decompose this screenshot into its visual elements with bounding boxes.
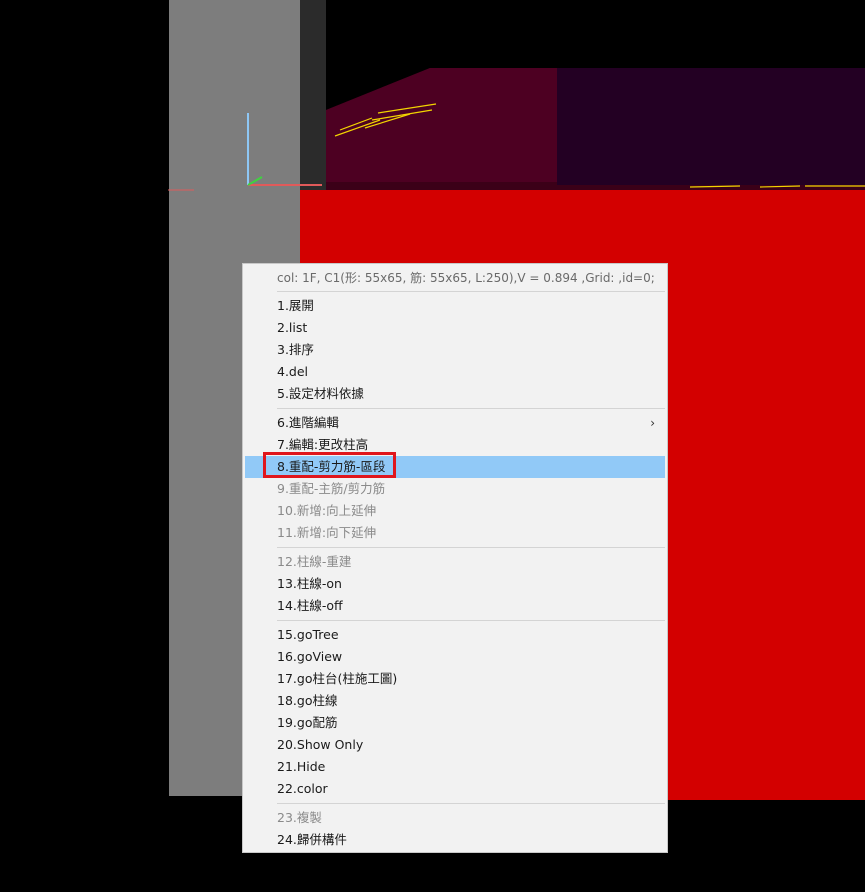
menu-item-label: 22.color: [277, 781, 328, 796]
menu-separator: [277, 291, 665, 292]
menu-item-label: 11.新增:向下延伸: [277, 525, 377, 540]
menu-item-label: 5.設定材料依據: [277, 386, 364, 401]
menu-item-add-extend-up[interactable]: 10.新增:向上延伸: [245, 500, 665, 522]
menu-item-label: 2.list: [277, 320, 308, 335]
menu-item-column-line-rebuild[interactable]: 12.柱線-重建: [245, 551, 665, 573]
menu-item-list[interactable]: 2.list: [245, 317, 665, 339]
menu-item-expand[interactable]: 1.展開: [245, 295, 665, 317]
menu-item-label: 15.goTree: [277, 627, 339, 642]
menu-item-label: 16.goView: [277, 649, 343, 664]
menu-item-label: 13.柱線-on: [277, 576, 342, 591]
menu-item-label: 18.go柱線: [277, 693, 338, 708]
menu-item-label: 12.柱線-重建: [277, 554, 352, 569]
menu-item-go-rebar[interactable]: 19.go配筋: [245, 712, 665, 734]
chevron-right-icon: ›: [650, 416, 655, 430]
menu-item-color[interactable]: 22.color: [245, 778, 665, 800]
menu-item-label: 10.新增:向上延伸: [277, 503, 377, 518]
menu-item-label: 17.go柱台(柱施工圖): [277, 671, 398, 686]
context-menu: col: 1F, C1(形: 55x65, 筋: 55x65, L:250),V…: [242, 263, 668, 853]
menu-item-label: 21.Hide: [277, 759, 326, 774]
menu-item-set-material-basis[interactable]: 5.設定材料依據: [245, 383, 665, 405]
menu-item-label: 14.柱線-off: [277, 598, 343, 613]
menu-item-sort[interactable]: 3.排序: [245, 339, 665, 361]
menu-item-go-tree[interactable]: 15.goTree: [245, 624, 665, 646]
menu-item-reassign-main-shear-rebar[interactable]: 9.重配-主筋/剪力筋: [245, 478, 665, 500]
menu-item-label: 19.go配筋: [277, 715, 338, 730]
menu-item-hide[interactable]: 21.Hide: [245, 756, 665, 778]
menu-item-go-column-line[interactable]: 18.go柱線: [245, 690, 665, 712]
menu-item-add-extend-down[interactable]: 11.新增:向下延伸: [245, 522, 665, 544]
menu-item-label: 6.進階編輯: [277, 415, 339, 430]
menu-separator: [277, 547, 665, 548]
menu-item-advanced-edit[interactable]: 6.進階編輯 ›: [245, 412, 665, 434]
menu-item-label: 23.複製: [277, 810, 322, 825]
menu-item-label: 20.Show Only: [277, 737, 364, 752]
menu-item-go-column-base[interactable]: 17.go柱台(柱施工圖): [245, 668, 665, 690]
menu-item-label: 3.排序: [277, 342, 314, 357]
menu-item-column-line-on[interactable]: 13.柱線-on: [245, 573, 665, 595]
menu-item-copy[interactable]: 23.複製: [245, 807, 665, 829]
menu-separator: [277, 620, 665, 621]
highlight-annotation-box: [263, 452, 396, 478]
menu-item-label: 24.歸併構件: [277, 832, 347, 847]
menu-separator: [277, 803, 665, 804]
menu-item-go-view[interactable]: 16.goView: [245, 646, 665, 668]
menu-item-label: 1.展開: [277, 298, 314, 313]
menu-item-label: 9.重配-主筋/剪力筋: [277, 481, 386, 496]
menu-separator: [277, 408, 665, 409]
menu-item-show-only[interactable]: 20.Show Only: [245, 734, 665, 756]
menu-item-del[interactable]: 4.del: [245, 361, 665, 383]
menu-item-label: 4.del: [277, 364, 309, 379]
menu-item-column-line-off[interactable]: 14.柱線-off: [245, 595, 665, 617]
menu-header-info: col: 1F, C1(形: 55x65, 筋: 55x65, L:250),V…: [277, 271, 655, 285]
menu-item-merge-members[interactable]: 24.歸併構件: [245, 829, 665, 851]
